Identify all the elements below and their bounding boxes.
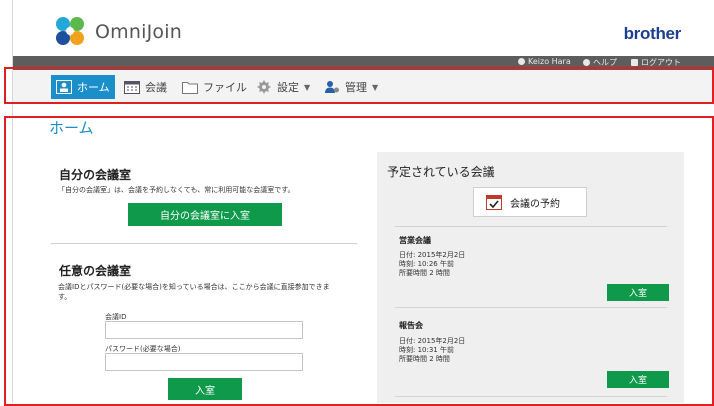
content-highlight-box bbox=[4, 116, 714, 406]
user-name: Keizo Hara bbox=[528, 57, 571, 66]
app-name: OmniJoin bbox=[95, 21, 182, 43]
user-icon bbox=[518, 58, 525, 65]
help-icon bbox=[583, 59, 590, 66]
nav-highlight-box bbox=[4, 67, 714, 104]
omnijoin-logo-icon bbox=[56, 17, 84, 45]
brand-logo: brother bbox=[623, 24, 682, 43]
user-menu[interactable]: Keizo Hara bbox=[518, 57, 571, 66]
app-header: OmniJoin brother bbox=[13, 0, 714, 56]
logout-icon bbox=[631, 59, 638, 66]
